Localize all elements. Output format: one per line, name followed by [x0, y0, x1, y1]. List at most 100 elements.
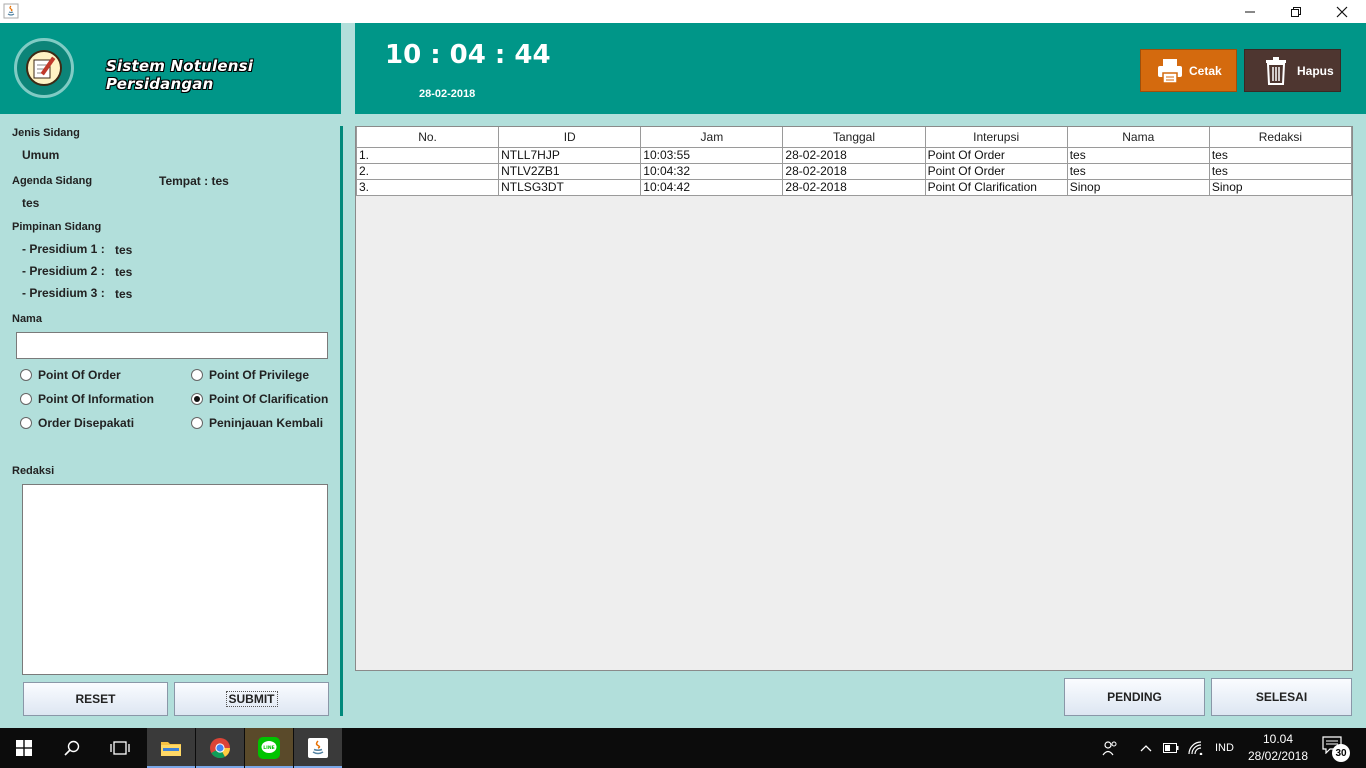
radio-point-of-clarification[interactable]: Point Of Clarification	[191, 392, 328, 406]
hapus-button[interactable]: Hapus	[1244, 49, 1341, 92]
date-display: 28-02-2018	[419, 88, 476, 100]
col-header-interupsi[interactable]: Interupsi	[924, 127, 1068, 148]
close-icon	[1336, 6, 1348, 17]
taskbar-chrome[interactable]	[196, 728, 244, 768]
tray-clock[interactable]: 10.04 28/02/2018	[1245, 731, 1311, 765]
taskbar-file-explorer[interactable]	[147, 728, 195, 768]
selesai-button[interactable]: SELESAI	[1211, 678, 1352, 716]
radio-label: Point Of Clarification	[209, 392, 329, 406]
folder-icon	[161, 742, 181, 756]
pending-button[interactable]: PENDING	[1064, 678, 1205, 716]
chrome-icon	[210, 738, 231, 759]
taskbar-line[interactable]: LINE	[245, 728, 293, 768]
task-view-button[interactable]	[96, 728, 144, 768]
cell-redaksi: Sinop	[1208, 178, 1353, 196]
agenda-sidang-label: Agenda Sidang	[12, 175, 93, 187]
submit-button[interactable]: SUBMIT	[174, 682, 329, 716]
pimpinan-sidang-label: Pimpinan Sidang	[12, 221, 102, 233]
printer-icon	[1158, 58, 1182, 84]
cell-nama: tes	[1066, 146, 1210, 164]
radio-indicator	[20, 369, 32, 381]
radio-label: Order Disepakati	[38, 416, 135, 430]
presidium-3-value: tes	[115, 287, 133, 301]
cetak-label: Cetak	[1189, 63, 1222, 78]
radio-indicator	[20, 417, 32, 429]
cell-no: 1.	[355, 146, 500, 164]
java-app-icon	[3, 3, 19, 19]
radio-point-of-privilege[interactable]: Point Of Privilege	[191, 368, 309, 382]
tray-battery[interactable]	[1163, 728, 1181, 768]
notulensi-table: No. ID Jam Tanggal Interupsi Nama Redaks…	[355, 127, 1353, 196]
radio-point-of-information[interactable]: Point Of Information	[20, 392, 154, 406]
tray-people[interactable]	[1102, 728, 1120, 768]
notulensi-table-container[interactable]: No. ID Jam Tanggal Interupsi Nama Redaks…	[355, 126, 1353, 671]
cell-tanggal: 28-02-2018	[782, 178, 926, 196]
table-row[interactable]: 1. NTLL7HJP 10:03:55 28-02-2018 Point Of…	[355, 146, 1353, 164]
cell-jam: 10:04:32	[640, 162, 784, 180]
redaksi-textarea[interactable]	[22, 484, 328, 675]
cell-jam: 10:04:42	[640, 178, 784, 196]
radio-point-of-order[interactable]: Point Of Order	[20, 368, 121, 382]
table-row[interactable]: 2. NTLV2ZB1 10:04:32 28-02-2018 Point Of…	[355, 162, 1353, 180]
tray-time: 10.04	[1262, 732, 1294, 746]
panel-divider	[340, 126, 343, 716]
radio-peninjauan-kembali[interactable]: Peninjauan Kembali	[191, 416, 323, 430]
tray-show-hidden[interactable]	[1140, 728, 1154, 768]
cetak-button[interactable]: Cetak	[1140, 49, 1237, 92]
tray-network[interactable]	[1188, 728, 1206, 768]
col-header-id[interactable]: ID	[498, 127, 642, 148]
search-icon	[64, 740, 80, 756]
nama-input[interactable]	[16, 332, 328, 359]
cell-id: NTLV2ZB1	[498, 162, 642, 180]
logo-emblem	[26, 50, 62, 86]
table-header-row: No. ID Jam Tanggal Interupsi Nama Redaks…	[355, 127, 1353, 148]
chevron-up-icon	[1140, 745, 1152, 752]
jenis-sidang-label: Jenis Sidang	[12, 127, 80, 139]
radio-label: Peninjauan Kembali	[209, 416, 324, 430]
col-header-tanggal[interactable]: Tanggal	[782, 127, 926, 148]
radio-indicator	[20, 393, 32, 405]
tempat-label: Tempat : tes	[159, 174, 229, 188]
svg-text:LINE: LINE	[263, 745, 274, 751]
reset-button[interactable]: RESET	[23, 682, 168, 716]
presidium-2-label: - Presidium 2 :	[22, 264, 105, 278]
submit-label: SUBMIT	[225, 691, 278, 707]
agenda-sidang-value: tes	[22, 196, 40, 210]
cell-jam: 10:03:55	[640, 146, 784, 164]
nama-label: Nama	[12, 313, 42, 325]
col-header-redaksi[interactable]: Redaksi	[1208, 127, 1353, 148]
notification-count-badge: 30	[1332, 744, 1350, 762]
cell-tanggal: 28-02-2018	[782, 162, 926, 180]
reset-label: RESET	[75, 692, 116, 706]
line-app-icon: LINE	[258, 737, 280, 759]
taskbar-java-app[interactable]	[294, 728, 342, 768]
cell-id: NTLL7HJP	[498, 146, 642, 164]
restore-button[interactable]	[1273, 0, 1319, 23]
minimize-button[interactable]	[1227, 0, 1273, 23]
redaksi-label: Redaksi	[12, 465, 55, 477]
col-header-jam[interactable]: Jam	[640, 127, 784, 148]
close-button[interactable]	[1319, 0, 1365, 23]
action-center-button[interactable]: 30	[1322, 736, 1350, 762]
table-row[interactable]: 3. NTLSG3DT 10:04:42 28-02-2018 Point Of…	[355, 178, 1353, 196]
col-header-no[interactable]: No.	[355, 127, 500, 148]
tray-date: 28/02/2018	[1247, 749, 1309, 763]
java-icon	[308, 738, 328, 758]
presidium-2-value: tes	[115, 265, 133, 279]
cell-redaksi: tes	[1208, 146, 1353, 164]
radio-indicator	[191, 369, 203, 381]
task-view-icon	[110, 741, 130, 755]
col-header-nama[interactable]: Nama	[1066, 127, 1210, 148]
window-titlebar	[0, 0, 1366, 23]
tray-language[interactable]: IND	[1215, 728, 1239, 768]
windows-logo-icon	[16, 740, 32, 756]
trash-icon	[1266, 56, 1286, 85]
cell-nama: tes	[1066, 162, 1210, 180]
cell-nama: Sinop	[1066, 178, 1210, 196]
hapus-label: Hapus	[1297, 63, 1334, 78]
search-button[interactable]	[48, 728, 96, 768]
radio-order-disepakati[interactable]: Order Disepakati	[20, 416, 134, 430]
start-button[interactable]	[0, 728, 48, 768]
presidium-1-label: - Presidium 1 :	[22, 242, 105, 256]
cell-id: NTLSG3DT	[498, 178, 642, 196]
